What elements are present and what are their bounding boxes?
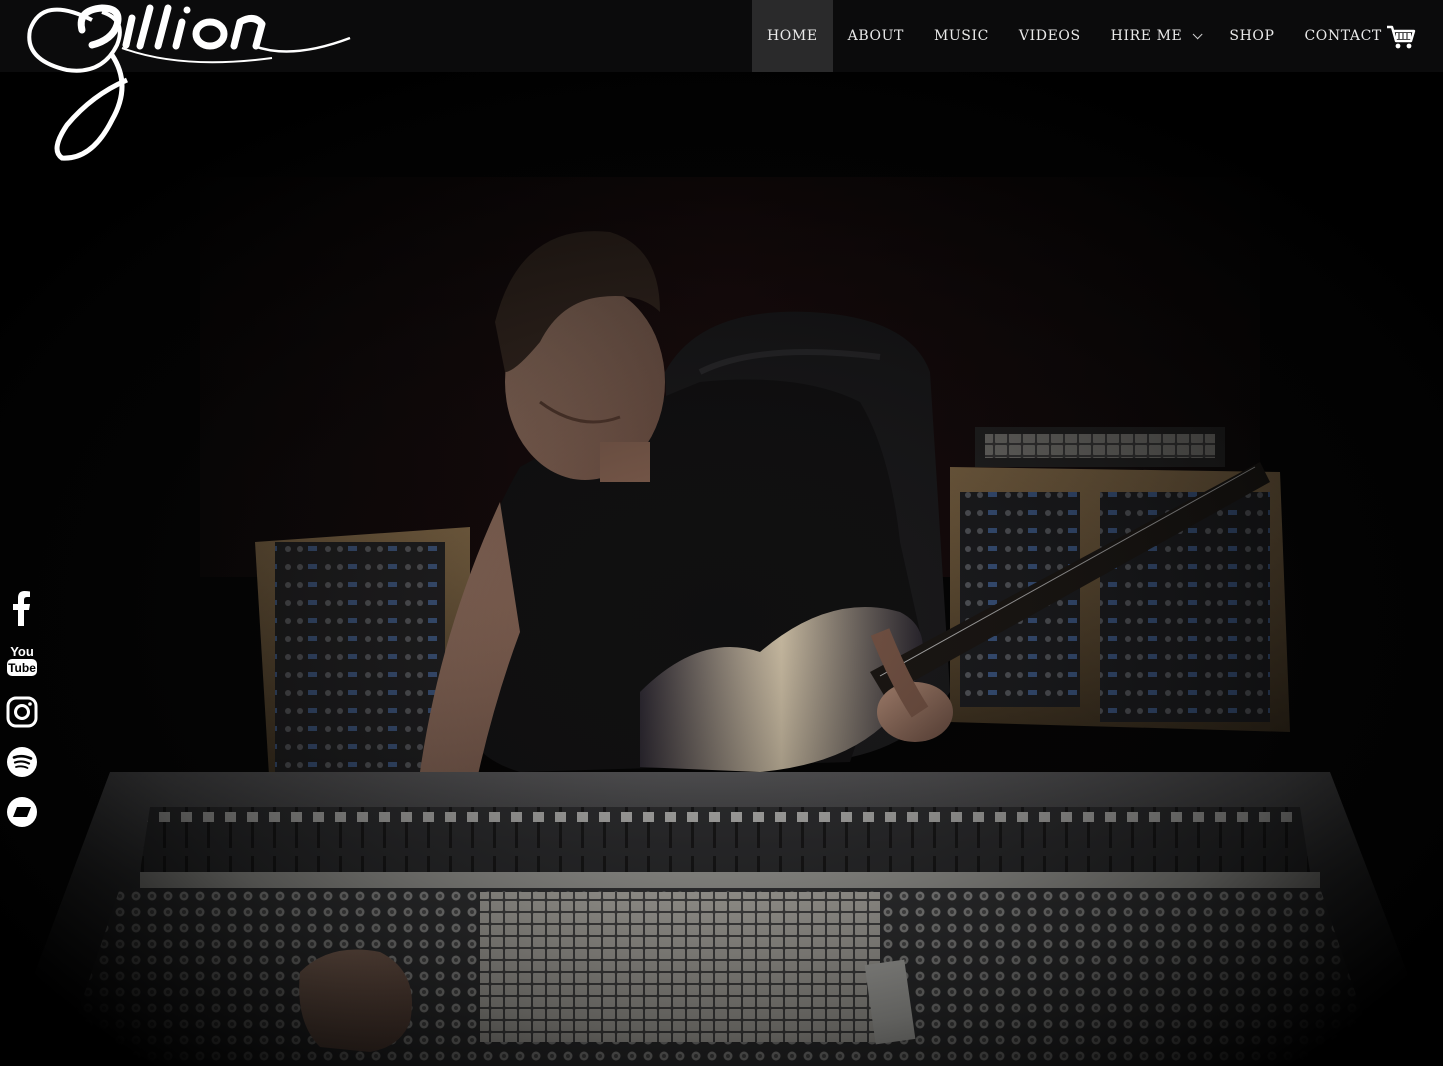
nav-contact[interactable]: CONTACT <box>1290 0 1397 72</box>
facebook-icon[interactable] <box>6 590 38 626</box>
nav-videos[interactable]: VIDEOS <box>1004 0 1096 72</box>
nav-shop-label: SHOP <box>1229 28 1275 44</box>
hero-photo <box>0 72 1443 1066</box>
youtube-icon[interactable]: You Tube <box>6 642 38 676</box>
nav-about-label: ABOUT <box>847 28 904 44</box>
youtube-icon-text-top: You <box>10 644 34 659</box>
nav-hire-me[interactable]: HIRE ME <box>1096 0 1215 72</box>
gillion-logo[interactable] <box>22 0 362 170</box>
spotify-icon[interactable] <box>6 746 38 778</box>
nav-music[interactable]: MUSIC <box>919 0 1004 72</box>
nav-home-label: HOME <box>767 28 818 44</box>
page: HOME ABOUT MUSIC VIDEOS HIRE ME SHOP CON… <box>0 0 1443 1066</box>
nav-videos-label: VIDEOS <box>1018 28 1081 44</box>
nav-shop[interactable]: SHOP <box>1214 0 1289 72</box>
nav-music-label: MUSIC <box>933 28 989 44</box>
youtube-icon-text-bottom: Tube <box>8 661 36 675</box>
nav-home[interactable]: HOME <box>752 0 833 72</box>
main-nav: HOME ABOUT MUSIC VIDEOS HIRE ME SHOP CON… <box>752 0 1397 72</box>
bandcamp-icon[interactable] <box>6 796 38 828</box>
instagram-icon[interactable] <box>6 696 38 728</box>
chevron-down-icon <box>1193 28 1203 39</box>
shopping-cart-icon[interactable] <box>1386 24 1416 50</box>
nav-contact-label: CONTACT <box>1304 28 1382 44</box>
nav-hire-me-label: HIRE ME <box>1110 28 1183 44</box>
studio-scene <box>0 72 1443 1066</box>
nav-about[interactable]: ABOUT <box>833 0 919 72</box>
